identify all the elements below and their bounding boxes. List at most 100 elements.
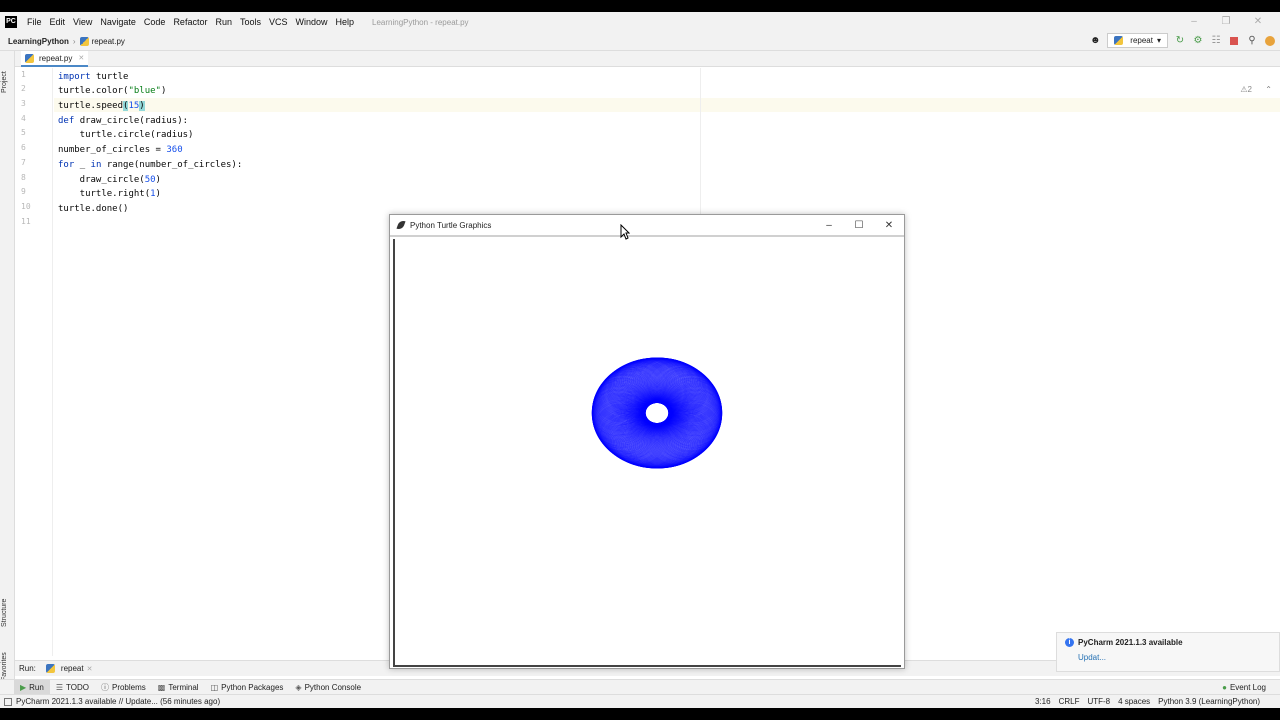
event-log-label: Event Log <box>1229 683 1266 692</box>
menu-bar: PC File Edit View Navigate Code Refactor… <box>0 12 1280 32</box>
breadcrumb-project[interactable]: LearningPython <box>8 37 69 46</box>
favorites-tool-button[interactable]: Favorites <box>1 652 8 681</box>
run-tab[interactable]: repeat ✕ <box>45 664 93 673</box>
tool-event-log[interactable]: ● Event Log <box>1222 680 1266 695</box>
menu-navigate[interactable]: Navigate <box>96 17 140 27</box>
pycharm-window: PC File Edit View Navigate Code Refactor… <box>0 12 1280 708</box>
rerun-icon[interactable]: ↻ <box>1174 35 1186 47</box>
menu-window[interactable]: Window <box>292 17 332 27</box>
notification-update-link[interactable]: Updat... <box>1078 653 1271 662</box>
turtle-window-titlebar[interactable]: Python Turtle Graphics – ☐ ✕ <box>390 215 904 237</box>
breadcrumb-separator: › <box>72 36 76 46</box>
python-interpreter[interactable]: Python 3.9 (LearningPython) <box>1158 695 1260 708</box>
run-config-label: repeat <box>1130 36 1153 45</box>
menu-tools[interactable]: Tools <box>236 17 265 27</box>
status-icon <box>4 697 12 706</box>
menu-refactor[interactable]: Refactor <box>169 17 211 27</box>
run-toolbar: ☻ repeat ▾ ↻ ⚙ ☷ ⚲ <box>1089 33 1276 48</box>
turtle-window-title: Python Turtle Graphics <box>410 220 492 230</box>
menu-edit[interactable]: Edit <box>46 17 70 27</box>
close-icon[interactable]: ✕ <box>1242 12 1274 32</box>
line-separator[interactable]: CRLF <box>1059 695 1080 708</box>
run-icon: ▶ <box>20 682 27 692</box>
status-message[interactable]: PyCharm 2021.1.3 available // Update... … <box>16 697 220 706</box>
line-number: 10 <box>21 202 31 211</box>
code-text: turtle.right( <box>58 189 151 199</box>
menu-help[interactable]: Help <box>332 17 359 27</box>
tool-problems[interactable]: ⓘ Problems <box>95 680 152 695</box>
warning-indicator[interactable]: ⚠2 <box>1240 85 1252 94</box>
chevron-up-icon[interactable]: ⌃ <box>1265 85 1272 94</box>
code-text: draw_circle( <box>58 175 145 185</box>
turtle-drawing <box>591 357 723 469</box>
notification-title: PyCharm 2021.1.3 available <box>1078 638 1183 647</box>
run-label: Run: <box>19 664 36 673</box>
keyword-def: def <box>58 116 75 126</box>
update-icon[interactable] <box>1264 35 1276 47</box>
menu-run[interactable]: Run <box>211 17 236 27</box>
code-text: _ <box>79 160 91 170</box>
run-config-selector[interactable]: repeat ▾ <box>1107 33 1168 48</box>
tab-repeat-py[interactable]: repeat.py ✕ <box>21 51 89 67</box>
user-icon[interactable]: ☻ <box>1089 35 1101 47</box>
line-number: 2 <box>21 84 26 93</box>
minimize-icon[interactable]: – <box>814 215 844 237</box>
line-number: 5 <box>21 128 26 137</box>
structure-tool-button[interactable]: Structure <box>1 599 8 627</box>
update-notification: i PyCharm 2021.1.3 available Updat... <box>1056 632 1280 672</box>
menu-vcs[interactable]: VCS <box>265 17 292 27</box>
debug-icon[interactable]: ⚙ <box>1192 35 1204 47</box>
code-line-2: turtle.color("blue") <box>58 84 166 98</box>
tab-close-icon[interactable]: ✕ <box>78 54 84 62</box>
code-text: ) <box>160 86 167 96</box>
menu-file[interactable]: File <box>23 17 46 27</box>
search-icon[interactable]: ⚲ <box>1246 35 1258 47</box>
bottom-tool-bar: ▶ Run ☰ TODO ⓘ Problems ▩ Terminal ◫ Pyt… <box>0 679 1280 695</box>
minimize-icon[interactable]: – <box>1178 12 1210 32</box>
tool-todo[interactable]: ☰ TODO <box>50 680 95 695</box>
editor-tab-bar: repeat.py ✕ <box>15 51 1280 67</box>
warning-count: 2 <box>1247 85 1252 94</box>
python-file-icon <box>25 53 34 63</box>
stop-icon[interactable] <box>1228 35 1240 47</box>
tool-python-packages[interactable]: ◫ Python Packages <box>205 680 290 695</box>
breadcrumb-file[interactable]: repeat.py <box>92 37 125 46</box>
terminal-icon: ▩ <box>157 682 166 692</box>
pycharm-logo-icon: PC <box>5 16 17 28</box>
turtle-canvas[interactable] <box>393 239 901 667</box>
code-line-6: number_of_circles = 360 <box>58 143 183 157</box>
file-encoding[interactable]: UTF-8 <box>1087 695 1110 708</box>
code-text: range(number_of_circles): <box>106 160 243 170</box>
turtle-window-controls: – ☐ ✕ <box>814 215 904 237</box>
tool-run-label: Run <box>29 682 44 692</box>
tool-python-console[interactable]: ◈ Python Console <box>289 680 367 695</box>
code-text: ) <box>155 189 161 199</box>
maximize-icon[interactable]: ❐ <box>1210 12 1242 32</box>
code-line-5: turtle.circle(radius) <box>58 128 194 142</box>
project-tool-button[interactable]: Project <box>1 71 8 93</box>
line-number: 4 <box>21 114 26 123</box>
menu-view[interactable]: View <box>69 17 96 27</box>
number-literal: 360 <box>166 145 183 155</box>
code-text: ) <box>155 175 161 185</box>
python-file-icon <box>79 36 89 46</box>
number-literal: 15 <box>128 101 140 111</box>
menu-code[interactable]: Code <box>140 17 170 27</box>
feather-icon <box>396 219 406 231</box>
indent-setting[interactable]: 4 spaces <box>1118 695 1150 708</box>
caret-position[interactable]: 3:16 <box>1035 695 1051 708</box>
coverage-icon[interactable]: ☷ <box>1210 35 1222 47</box>
close-icon[interactable]: ✕ <box>87 665 93 673</box>
line-number: 9 <box>21 187 26 196</box>
maximize-icon[interactable]: ☐ <box>844 215 874 237</box>
tool-run[interactable]: ▶ Run <box>14 679 50 695</box>
line-number-gutter: 1 2 3 4 5 6 7 8 9 10 11 <box>15 68 53 656</box>
close-icon[interactable]: ✕ <box>874 215 904 237</box>
tool-problems-label: Problems <box>111 682 146 692</box>
tool-terminal[interactable]: ▩ Terminal <box>152 680 205 695</box>
turtle-graphics-window[interactable]: Python Turtle Graphics – ☐ ✕ <box>389 214 905 669</box>
tool-todo-label: TODO <box>66 682 89 692</box>
turtle-circles <box>591 357 723 469</box>
packages-icon: ◫ <box>210 682 219 692</box>
code-text: turtle.circle(radius) <box>58 130 194 140</box>
